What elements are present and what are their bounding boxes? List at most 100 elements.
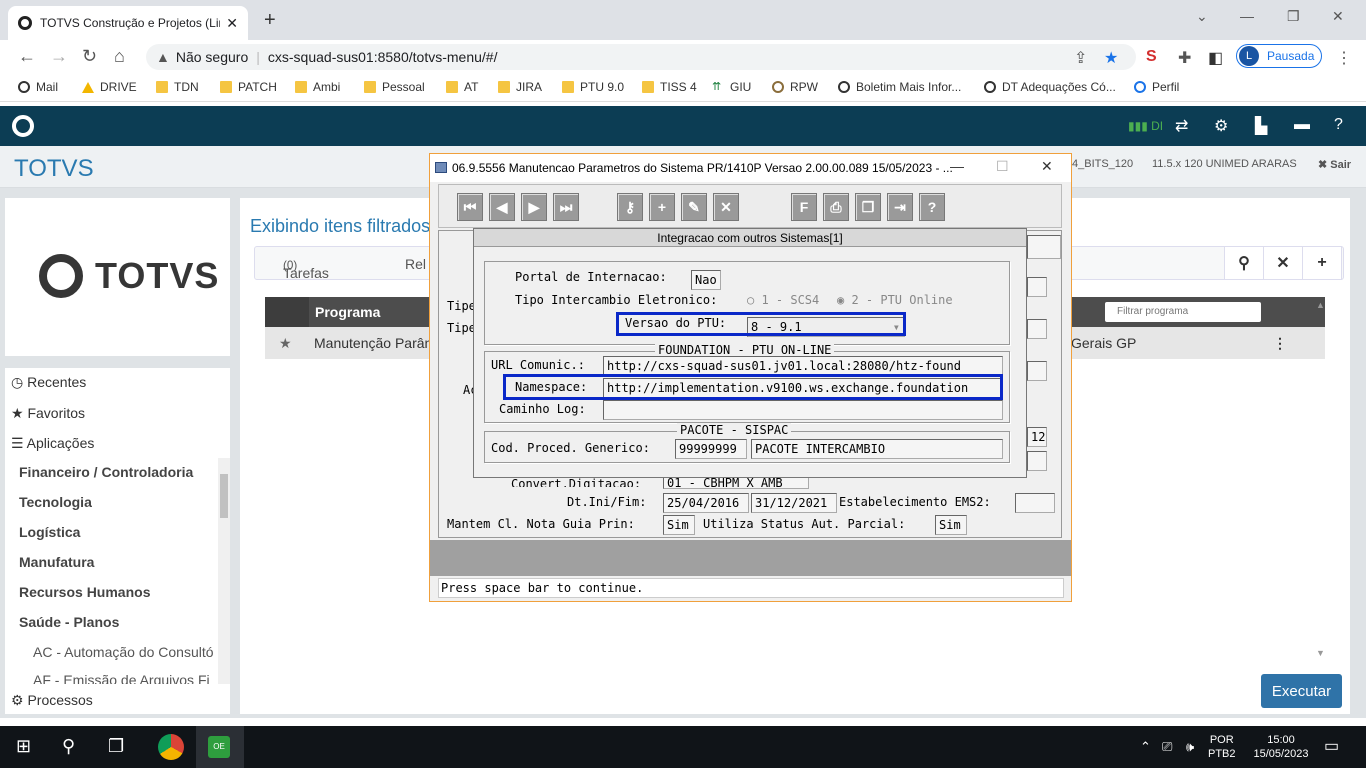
utiliza-field[interactable]: Sim xyxy=(935,515,967,535)
bookmark-ptu[interactable]: PTU 9.0 xyxy=(562,80,624,94)
filter-program-input[interactable]: Filtrar programa xyxy=(1105,302,1261,322)
bookmark-star-icon[interactable]: ★ xyxy=(1104,48,1118,68)
task-view-icon[interactable]: ❐ xyxy=(108,736,124,757)
scroll-up-icon[interactable]: ▲ xyxy=(1316,300,1325,310)
search-button[interactable]: ⚲ xyxy=(1224,246,1264,280)
menu-item-manufatura[interactable]: Manufatura xyxy=(19,554,94,570)
taskbar-app-active[interactable]: OE xyxy=(196,726,244,768)
bg-field-2[interactable] xyxy=(1027,277,1047,297)
menu-item-rh[interactable]: Recursos Humanos xyxy=(19,584,150,600)
prev-record-icon[interactable]: ◀ xyxy=(489,193,515,221)
main-scrollbar[interactable]: ▲ ▼ xyxy=(1316,298,1330,658)
bookmark-mail[interactable]: Mail xyxy=(18,80,58,94)
first-record-icon[interactable]: ⏮ xyxy=(457,193,483,221)
bookmark-ambi[interactable]: Ambi xyxy=(295,80,340,94)
next-record-icon[interactable]: ▶ xyxy=(521,193,547,221)
menu-subitem-ac[interactable]: AC - Automação do Consultó xyxy=(33,644,214,660)
bookmark-tdn[interactable]: TDN xyxy=(156,80,199,94)
shuffle-icon[interactable]: ⇄ xyxy=(1175,116,1188,136)
totvs-logo-icon[interactable] xyxy=(12,115,34,137)
dialog-maximize-icon[interactable]: ☐ xyxy=(996,158,1009,175)
menu-processos[interactable]: ⚙ Processos xyxy=(11,692,93,709)
caminho-log-field[interactable] xyxy=(603,400,1003,420)
add-record-icon[interactable]: + xyxy=(649,193,675,221)
chat-icon[interactable]: ▬ xyxy=(1294,116,1310,134)
volume-icon[interactable]: 🕪 xyxy=(1186,739,1194,755)
clock[interactable]: 15:00 15/05/2023 xyxy=(1246,733,1316,761)
add-button[interactable]: + xyxy=(1302,246,1342,280)
new-tab-icon[interactable]: + xyxy=(264,9,276,32)
chrome-icon[interactable] xyxy=(158,734,184,760)
extension-s-icon[interactable]: S xyxy=(1146,48,1157,66)
tab-rel[interactable]: Rel xyxy=(405,256,426,272)
browser-tab[interactable]: TOTVS Construção e Projetos (Lin ✕ xyxy=(8,6,248,40)
bookmark-dt[interactable]: DT Adequações Có... xyxy=(984,80,1116,94)
edit-record-icon[interactable]: ✎ xyxy=(681,193,707,221)
copy-icon[interactable]: ❐ xyxy=(855,193,881,221)
tipo-option-2[interactable]: ◉ 2 - PTU Online xyxy=(837,293,953,307)
tray-chevron-icon[interactable]: ⌃ xyxy=(1140,739,1151,755)
reload-icon[interactable]: ↻ xyxy=(82,46,97,67)
menu-favoritos[interactable]: ★ Favoritos xyxy=(11,405,85,422)
clear-button[interactable]: ✕ xyxy=(1263,246,1303,280)
execute-button[interactable]: Executar xyxy=(1261,674,1342,708)
row-menu-icon[interactable]: ⋮ xyxy=(1273,335,1287,352)
exit-icon[interactable]: ⇥ xyxy=(887,193,913,221)
tipo-option-1[interactable]: ○ 1 - SCS4 xyxy=(747,293,819,307)
dialog-minimize-icon[interactable]: — xyxy=(950,158,964,174)
bg-field-12[interactable]: 12 xyxy=(1027,427,1047,447)
menu-subitem-af[interactable]: AF - Emissão de Arquivos Fi xyxy=(33,672,210,684)
help-icon[interactable]: ? xyxy=(919,193,945,221)
bg-field-5[interactable] xyxy=(1027,451,1047,471)
goto-key-icon[interactable]: ⚷ xyxy=(617,193,643,221)
sidepanel-icon[interactable]: ◧ xyxy=(1208,48,1223,68)
bookmark-tiss[interactable]: TISS 4 xyxy=(642,80,697,94)
extensions-puzzle-icon[interactable]: ✚ xyxy=(1178,48,1191,68)
bg-field-4[interactable] xyxy=(1027,361,1047,381)
menu-aplicacoes[interactable]: ☰ Aplicações xyxy=(11,435,94,452)
menu-item-tecnologia[interactable]: Tecnologia xyxy=(19,494,92,510)
windows-start-icon[interactable]: ⊞ xyxy=(16,736,31,757)
menu-scrollbar[interactable] xyxy=(218,458,230,684)
menu-item-financeiro[interactable]: Financeiro / Controladoria xyxy=(19,464,193,480)
last-record-icon[interactable]: ⏭ xyxy=(553,193,579,221)
menu-recentes[interactable]: ◷ Recentes xyxy=(11,374,86,391)
dialog-close-icon[interactable]: ✕ xyxy=(1041,158,1053,175)
favorite-star-icon[interactable]: ★ xyxy=(279,335,292,352)
filter-icon[interactable]: F xyxy=(791,193,817,221)
grid-header-programa[interactable]: Programa xyxy=(315,304,380,320)
menu-item-logistica[interactable]: Logística xyxy=(19,524,80,540)
bookmark-drive[interactable]: DRIVE xyxy=(82,80,137,94)
url-field[interactable]: ▲ Não seguro | cxs-squad-sus01:8580/totv… xyxy=(146,44,1136,70)
forward-icon[interactable]: → xyxy=(50,46,68,67)
scrollbar-thumb[interactable] xyxy=(220,474,228,518)
document-icon[interactable]: ▙ xyxy=(1255,116,1267,136)
help-icon[interactable]: ? xyxy=(1334,116,1343,134)
bookmark-boletim[interactable]: Boletim Mais Infor... xyxy=(838,80,961,94)
profile-button[interactable]: L Pausada xyxy=(1236,44,1322,68)
bg-field-3[interactable] xyxy=(1027,319,1047,339)
dt-fim-field[interactable]: 31/12/2021 xyxy=(751,493,837,513)
url-comunic-field[interactable]: http://cxs-squad-sus01.jv01.local:28080/… xyxy=(603,356,1003,376)
delete-record-icon[interactable]: ✕ xyxy=(713,193,739,221)
search-icon[interactable]: ⚲ xyxy=(62,736,75,757)
logout-button[interactable]: ✖ Sair xyxy=(1318,158,1351,171)
share-icon[interactable]: ⇪ xyxy=(1074,48,1087,68)
close-tab-icon[interactable]: ✕ xyxy=(226,15,238,32)
portal-field[interactable]: Nao xyxy=(691,270,721,290)
print-icon[interactable]: ⎙ xyxy=(823,193,849,221)
menu-kebab-icon[interactable]: ⋮ xyxy=(1336,48,1352,68)
signal-icon[interactable]: ▮▮▮ DI xyxy=(1128,119,1163,133)
gear-icon[interactable]: ⚙ xyxy=(1214,116,1228,136)
tab-search-chevron-icon[interactable]: ⌄ xyxy=(1196,8,1208,25)
close-window-icon[interactable]: ✕ xyxy=(1332,8,1344,25)
menu-item-saude[interactable]: Saúde - Planos xyxy=(19,614,119,630)
language-indicator[interactable]: POR PTB2 xyxy=(1208,733,1236,761)
bookmark-perfil[interactable]: Perfil xyxy=(1134,80,1179,94)
dt-ini-field[interactable]: 25/04/2016 xyxy=(663,493,749,513)
bookmark-at[interactable]: AT xyxy=(446,80,478,94)
notifications-icon[interactable]: ▭ xyxy=(1324,736,1339,756)
tab-tarefas[interactable]: Tarefas (0) xyxy=(283,256,329,281)
network-icon[interactable]: ⎚ xyxy=(1162,739,1172,755)
estab-field[interactable] xyxy=(1015,493,1055,513)
